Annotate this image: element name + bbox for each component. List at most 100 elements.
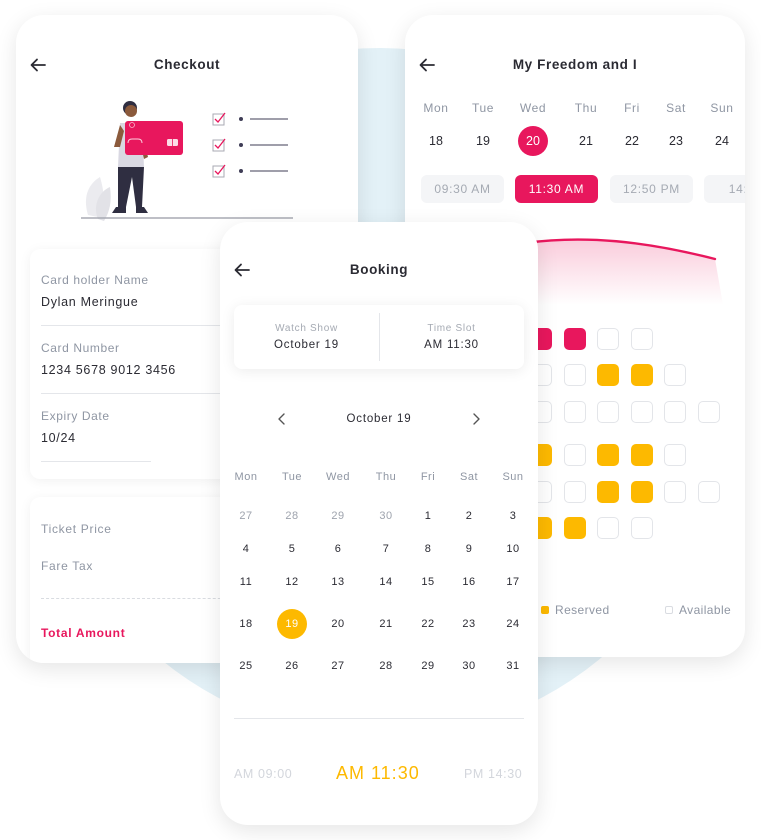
calendar-date[interactable]: 9	[454, 534, 484, 564]
seat-available[interactable]	[631, 401, 653, 423]
available-swatch	[665, 606, 673, 614]
time-option-selected[interactable]: AM 11:30	[336, 761, 420, 785]
seat-available[interactable]	[698, 481, 720, 503]
month-navigation: October 19	[220, 409, 538, 429]
calendar-date[interactable]: 30	[454, 651, 484, 681]
calendar-date[interactable]: 26	[277, 651, 307, 681]
legend-available: Available	[665, 603, 731, 617]
calendar-date[interactable]: 1	[413, 501, 443, 531]
calendar-date[interactable]: 17	[498, 567, 528, 597]
weekday-header: Sat	[459, 471, 478, 483]
weekday-header: Mon	[234, 471, 258, 483]
calendar-date[interactable]: 13	[323, 567, 353, 597]
legend-available-label: Available	[679, 603, 732, 617]
reserved-swatch	[541, 606, 549, 614]
calendar-date[interactable]: 22	[413, 609, 443, 639]
watch-show-label: Watch Show	[275, 323, 338, 334]
calendar-date[interactable]: 23	[454, 609, 484, 639]
expiry-date-label: Expiry Date	[41, 409, 110, 423]
seat-available[interactable]	[597, 517, 619, 539]
seat-available[interactable]	[564, 481, 586, 503]
seat-reserved	[631, 481, 653, 503]
calendar-date[interactable]: 11	[231, 567, 261, 597]
field-underline	[41, 461, 151, 462]
weekday-header: Sun	[502, 471, 524, 483]
seat-available[interactable]	[597, 401, 619, 423]
person-pants	[118, 167, 144, 207]
calendar-date[interactable]: 12	[277, 567, 307, 597]
calendar-date[interactable]: 16	[454, 567, 484, 597]
time-picker: AM 09:00 AM 11:30 PM 14:30	[220, 762, 538, 786]
seat-available[interactable]	[564, 401, 586, 423]
legend-reserved-label: Reserved	[555, 603, 610, 617]
calendar-date[interactable]: 10	[498, 534, 528, 564]
time-option[interactable]: PM 14:30	[464, 762, 522, 786]
chevron-right-icon[interactable]	[466, 409, 486, 429]
expiry-date-field[interactable]: Expiry Date 10/24	[41, 409, 151, 462]
seat-available[interactable]	[664, 364, 686, 386]
calendar-date[interactable]: 31	[498, 651, 528, 681]
calendar-date-outside-month[interactable]: 30	[371, 501, 401, 531]
watch-show-value: October 19	[274, 339, 339, 351]
seat-available[interactable]	[664, 481, 686, 503]
credit-card-illustration	[81, 101, 293, 221]
seat-available[interactable]	[631, 517, 653, 539]
calendar-divider	[234, 718, 524, 719]
booking-summary: Watch Show October 19 Time Slot AM 11:30	[234, 305, 524, 369]
calendar-date[interactable]: 5	[277, 534, 307, 564]
seat-available[interactable]	[664, 444, 686, 466]
booking-screen: Booking Watch Show October 19 Time Slot …	[220, 222, 538, 825]
ticket-price-label: Ticket Price	[41, 522, 112, 536]
calendar-date[interactable]: 18	[231, 609, 261, 639]
expiry-date-input[interactable]: 10/24	[41, 431, 151, 445]
calendar-date-outside-month[interactable]: 29	[323, 501, 353, 531]
calendar-date[interactable]: 14	[371, 567, 401, 597]
calendar-date[interactable]: 21	[371, 609, 401, 639]
booking-header: Booking	[220, 258, 538, 282]
calendar-date[interactable]: 24	[498, 609, 528, 639]
month-label: October 19	[346, 413, 412, 425]
calendar-date[interactable]: 4	[231, 534, 261, 564]
time-slot-label: Time Slot	[427, 323, 476, 334]
legend-reserved: Reserved	[541, 603, 610, 617]
seat-available[interactable]	[698, 401, 720, 423]
checkout-title: Checkout	[153, 57, 221, 72]
checklist	[212, 112, 288, 178]
weekday-header: Thu	[375, 471, 397, 483]
time-slot-value: AM 11:30	[424, 339, 479, 351]
calendar-date[interactable]: 6	[323, 534, 353, 564]
seat-reserved	[631, 444, 653, 466]
watch-show-summary: Watch Show October 19	[234, 305, 379, 369]
calendar-date[interactable]: 15	[413, 567, 443, 597]
calendar-date-outside-month[interactable]: 27	[231, 501, 261, 531]
weekday-header: Wed	[326, 471, 350, 483]
calendar-date[interactable]: 28	[371, 651, 401, 681]
credit-card-shape	[125, 121, 183, 155]
seat-selected[interactable]	[564, 328, 586, 350]
calendar-date[interactable]: 7	[371, 534, 401, 564]
seat-available[interactable]	[564, 364, 586, 386]
fare-tax-label: Fare Tax	[41, 559, 94, 573]
calendar-date[interactable]: 3	[498, 501, 528, 531]
calendar-date-selected[interactable]: 19	[277, 609, 307, 639]
total-amount-label: Total Amount	[41, 626, 126, 640]
time-option[interactable]: AM 09:00	[234, 762, 292, 786]
seat-available[interactable]	[564, 444, 586, 466]
calendar-date[interactable]: 25	[231, 651, 261, 681]
seat-reserved	[597, 444, 619, 466]
calendar-date[interactable]: 29	[413, 651, 443, 681]
booking-title: Booking	[349, 262, 409, 277]
seat-reserved	[631, 364, 653, 386]
weekday-header: Fri	[420, 471, 436, 483]
calendar-date[interactable]: 2	[454, 501, 484, 531]
time-slot-summary: Time Slot AM 11:30	[379, 305, 524, 369]
calendar-date-outside-month[interactable]: 28	[277, 501, 307, 531]
calendar-date[interactable]: 27	[323, 651, 353, 681]
seat-available[interactable]	[664, 401, 686, 423]
weekday-header: Tue	[281, 471, 303, 483]
seat-available[interactable]	[597, 328, 619, 350]
calendar-date[interactable]: 20	[323, 609, 353, 639]
calendar-date[interactable]: 8	[413, 534, 443, 564]
seat-reserved	[597, 481, 619, 503]
seat-available[interactable]	[631, 328, 653, 350]
